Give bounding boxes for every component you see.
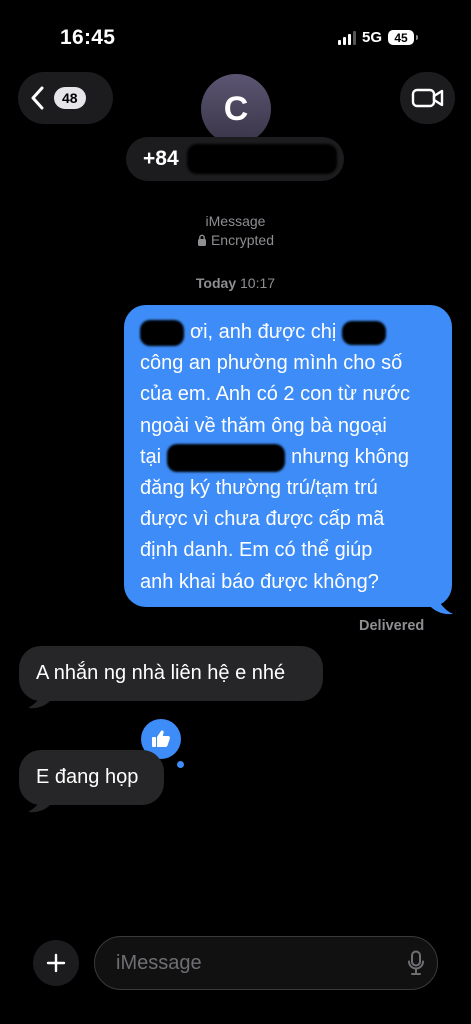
plus-icon xyxy=(46,953,66,973)
timestamp-day: Today xyxy=(195,275,237,291)
message-input-field[interactable] xyxy=(94,936,438,990)
tapback-dot xyxy=(177,761,184,768)
received-message-text: E đang họp xyxy=(36,766,139,788)
encryption-label: Encrypted xyxy=(0,232,471,248)
signal-icon xyxy=(338,30,356,45)
message-line: tại nhưng không xyxy=(140,442,436,473)
status-indicators: 5G 45 xyxy=(338,29,419,46)
redacted-name xyxy=(342,320,387,345)
message-line-text: ơi, anh được chị xyxy=(190,321,337,343)
video-camera-icon xyxy=(411,88,443,108)
sent-message-bubble[interactable]: ơi, anh được chị công an phường mình cho… xyxy=(124,305,452,607)
message-line: công an phường mình cho số xyxy=(140,352,403,375)
contact-name-pill[interactable]: +84 xyxy=(126,137,344,181)
contact-number-prefix: +84 xyxy=(143,147,179,170)
thumbs-up-icon xyxy=(152,730,170,747)
encrypted-text: Encrypted xyxy=(210,232,275,248)
timestamp-time: 10:17 xyxy=(240,275,276,291)
service-label: iMessage xyxy=(205,213,266,229)
unread-count-badge: 48 xyxy=(54,87,86,109)
facetime-video-button[interactable] xyxy=(400,72,455,124)
timestamp: Today 10:17 xyxy=(0,275,471,291)
battery-icon: 45 xyxy=(388,30,419,45)
chevron-left-icon xyxy=(31,86,44,110)
message-line: được vì chưa được cấp mã xyxy=(140,508,385,531)
redacted-number xyxy=(186,144,337,174)
redacted-name xyxy=(140,319,184,346)
lock-icon xyxy=(197,234,206,246)
message-line: ơi, anh được chị xyxy=(140,317,436,348)
received-message-text: A nhắn ng nhà liên hệ e nhé xyxy=(36,662,286,684)
message-line-text: nhưng không xyxy=(291,445,410,468)
message-line: định danh. Em có thể giúp xyxy=(140,539,373,562)
message-input[interactable] xyxy=(114,950,378,976)
battery-level: 45 xyxy=(394,30,408,45)
redacted-location xyxy=(167,443,286,472)
message-line-prefix: tại xyxy=(140,445,162,468)
microphone-icon[interactable] xyxy=(407,950,425,976)
status-time: 16:45 xyxy=(60,26,116,49)
contact-avatar[interactable]: C xyxy=(201,74,271,144)
delivered-status: Delivered xyxy=(359,618,425,634)
received-message-bubble[interactable]: E đang họp xyxy=(19,750,164,805)
message-line: đăng ký thường trú/tạm trú xyxy=(140,477,378,500)
network-type: 5G xyxy=(362,29,383,46)
message-line: ngoài về thăm ông bà ngoại xyxy=(140,414,387,437)
avatar-initial: C xyxy=(223,89,249,128)
message-line: của em. Anh có 2 con từ nước xyxy=(140,383,411,406)
apps-plus-button[interactable] xyxy=(33,940,79,986)
back-button[interactable]: 48 xyxy=(18,72,113,124)
received-message-bubble[interactable]: A nhắn ng nhà liên hệ e nhé xyxy=(19,646,323,701)
message-line: anh khai báo được không? xyxy=(140,570,379,593)
